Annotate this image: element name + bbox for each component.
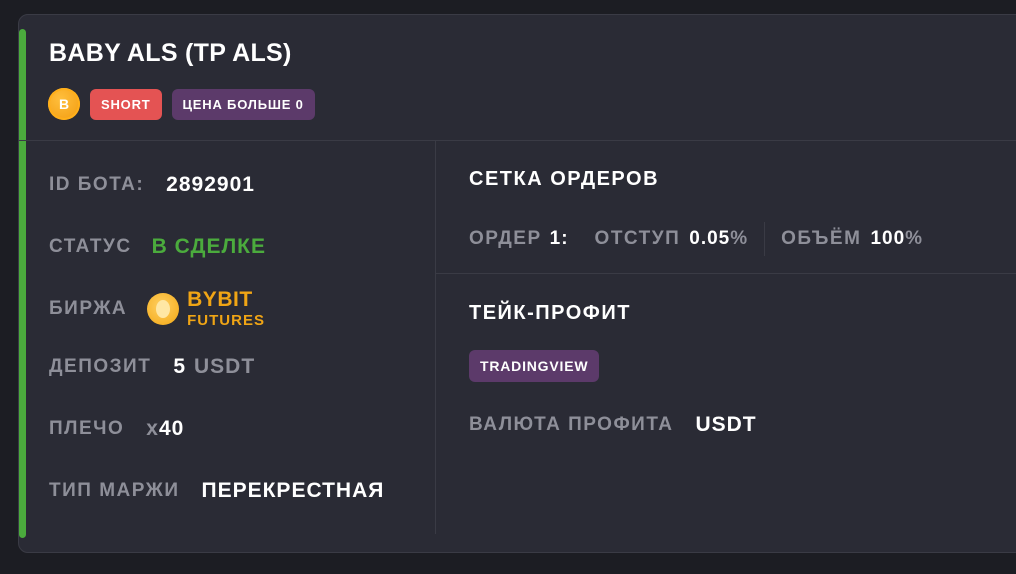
coin-icon: B bbox=[48, 88, 80, 120]
exchange-name-block: BYBIT FUTURES bbox=[187, 289, 265, 328]
exchange-label: БИРЖА bbox=[49, 297, 128, 319]
profit-currency-row: ВАЛЮТА ПРОФИТА USDT bbox=[469, 413, 757, 437]
offset-unit: % bbox=[730, 228, 749, 249]
status-label: СТАТУС bbox=[49, 236, 132, 257]
column-divider bbox=[435, 141, 436, 534]
header-divider bbox=[19, 140, 1016, 141]
leverage-row: ПЛЕЧО x 40 bbox=[49, 417, 184, 441]
order-separator bbox=[764, 222, 766, 256]
condition-badge: ЦЕНА БОЛЬШЕ 0 bbox=[171, 88, 315, 120]
offset-value: 0.05 bbox=[689, 228, 731, 249]
order-row: ОРДЕР 1: ОТСТУП 0.05 % ОБЪЁМ 100 % bbox=[469, 222, 923, 256]
order-number: 1: bbox=[549, 228, 569, 249]
leverage-value: 40 bbox=[158, 417, 185, 440]
margin-label: ТИП МАРЖИ bbox=[49, 480, 180, 501]
order-label: ОРДЕР bbox=[469, 228, 542, 249]
exchange-type: FUTURES bbox=[187, 312, 265, 329]
deposit-row: ДЕПОЗИТ 5 USDT bbox=[49, 355, 255, 379]
order-grid-title: СЕТКА ОРДЕРОВ bbox=[469, 168, 660, 190]
volume-value: 100 bbox=[870, 228, 906, 249]
coin-letter: B bbox=[58, 96, 70, 112]
bot-badges: B SHORT ЦЕНА БОЛЬШЕ 0 bbox=[48, 88, 315, 120]
bot-id-label: ID БОТА: bbox=[49, 174, 145, 195]
bot-id-value: 2892901 bbox=[166, 173, 255, 196]
margin-row: ТИП МАРЖИ ПЕРЕКРЕСТНАЯ bbox=[49, 479, 384, 503]
bot-card: BABY ALS (TP ALS) B SHORT ЦЕНА БОЛЬШЕ 0 … bbox=[18, 14, 1016, 553]
take-profit-title: ТЕЙК-ПРОФИТ bbox=[469, 302, 631, 324]
margin-value: ПЕРЕКРЕСТНАЯ bbox=[201, 479, 385, 502]
deposit-label: ДЕПОЗИТ bbox=[49, 356, 152, 377]
bybit-coin-icon bbox=[147, 292, 180, 325]
bot-id-row: ID БОТА: 2892901 bbox=[49, 173, 255, 197]
tradingview-badge: TRADINGVIEW bbox=[469, 350, 600, 382]
status-row: СТАТУС В СДЕЛКЕ bbox=[49, 235, 266, 259]
profit-currency-label: ВАЛЮТА ПРОФИТА bbox=[469, 414, 674, 435]
exchange-row: БИРЖА BYBIT FUTURES bbox=[49, 289, 265, 328]
volume-label: ОБЪЁМ bbox=[781, 228, 862, 249]
deposit-amount: 5 bbox=[173, 355, 186, 378]
side-badge: SHORT bbox=[90, 88, 162, 120]
profit-currency-value: USDT bbox=[695, 413, 757, 436]
right-section-divider bbox=[436, 273, 1016, 274]
exchange-name: BYBIT bbox=[187, 288, 253, 311]
status-accent-bar bbox=[19, 29, 26, 538]
deposit-currency: USDT bbox=[194, 355, 256, 378]
exchange-info: BYBIT FUTURES bbox=[147, 289, 265, 328]
leverage-label: ПЛЕЧО bbox=[49, 418, 125, 439]
status-value: В СДЕЛКЕ bbox=[151, 235, 267, 258]
leverage-prefix: x bbox=[146, 417, 159, 440]
volume-unit: % bbox=[905, 228, 924, 249]
bot-title: BABY ALS (TP ALS) bbox=[49, 39, 292, 67]
offset-label: ОТСТУП bbox=[594, 228, 681, 249]
